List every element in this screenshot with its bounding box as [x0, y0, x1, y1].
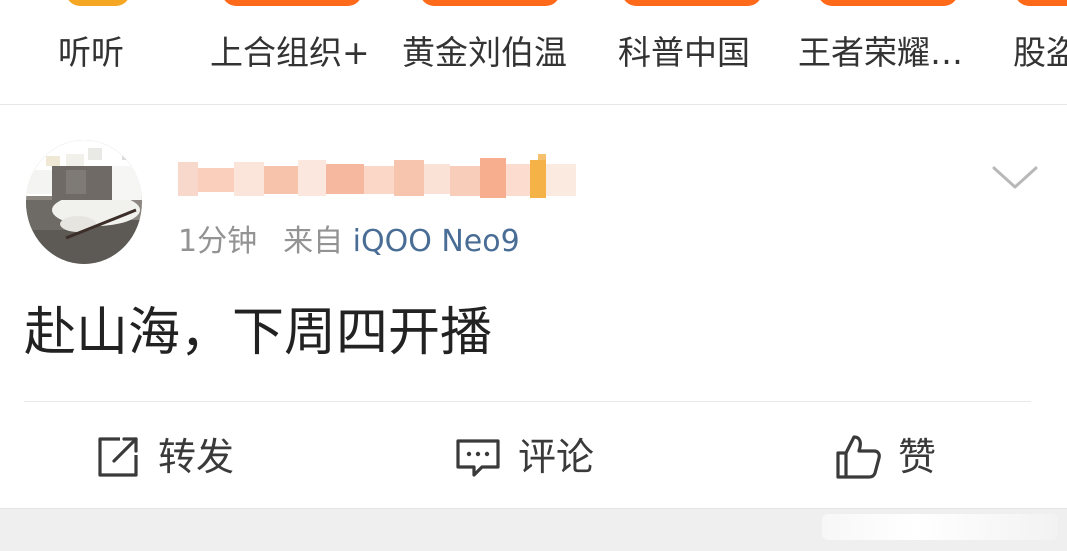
post-source-prefix: 来自 [283, 224, 344, 259]
post-device[interactable]: iQOO Neo9 [353, 224, 520, 259]
topic-icon [818, 0, 958, 6]
comment-button[interactable]: 评论 [454, 428, 594, 486]
topic-label: 黄金刘伯温 [402, 33, 567, 72]
post-menu-button[interactable] [990, 160, 1040, 194]
topic-icon [622, 0, 762, 6]
like-label: 赞 [898, 435, 937, 479]
topic-strip: 听听 上合组织+ 黄金刘伯温 科普中国 王者荣耀… 股盗 [0, 0, 1067, 105]
topic-item-hok[interactable]: 王者荣耀… [798, 0, 978, 104]
topic-item-science[interactable]: 科普中国 [618, 0, 763, 104]
repost-button[interactable]: 转发 [94, 428, 234, 486]
comment-label: 评论 [518, 435, 595, 479]
topic-label: 科普中国 [618, 33, 750, 72]
weibo-feed: 听听 上合组织+ 黄金刘伯温 科普中国 王者荣耀… 股盗 1分钟 来自 iQOO… [0, 0, 1067, 551]
share-icon [98, 437, 138, 477]
thumbs-up-icon [836, 435, 881, 479]
post-time: 1分钟 [178, 224, 258, 259]
username-redacted[interactable] [178, 154, 576, 200]
like-button[interactable]: 赞 [834, 428, 936, 486]
redaction-mosaic [178, 154, 576, 200]
topic-icon [1015, 0, 1067, 6]
topic-icon [420, 0, 560, 6]
topic-item-stocks[interactable]: 股盗 [1013, 0, 1067, 104]
topic-item-gold[interactable]: 黄金刘伯温 [402, 0, 582, 104]
topic-icon [66, 0, 130, 6]
topic-label: 股盗 [1013, 33, 1067, 72]
repost-label: 转发 [158, 435, 235, 479]
chevron-down-icon [992, 166, 1038, 189]
post-meta: 1分钟 来自 iQOO Neo9 [178, 222, 520, 262]
avatar-image [26, 140, 142, 264]
divider [24, 401, 1031, 402]
next-post-preview [822, 514, 1058, 540]
topic-icon [222, 0, 362, 6]
topic-item-sco[interactable]: 上合组织+ [210, 0, 380, 104]
topic-label: 听听 [58, 33, 124, 72]
avatar[interactable] [26, 140, 142, 264]
post-text: 赴山海，下周四开播 [24, 303, 493, 363]
topic-label: 王者荣耀… [798, 33, 963, 72]
topic-item-tingting[interactable]: 听听 [58, 0, 138, 104]
topic-label: 上合组织+ [210, 33, 370, 72]
comment-icon [456, 439, 500, 477]
